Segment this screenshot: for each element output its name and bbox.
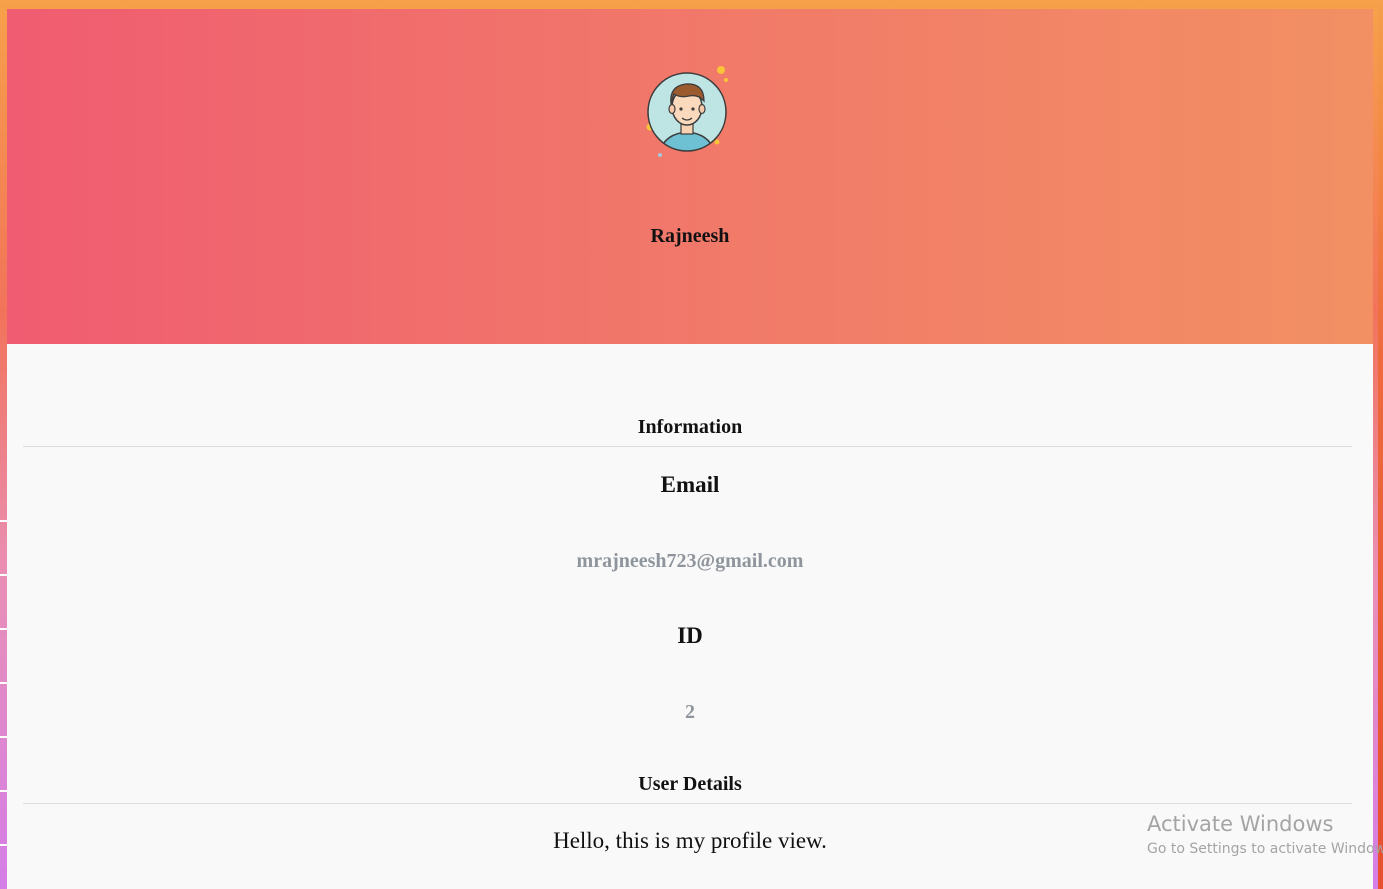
profile-header: Rajneesh: [7, 9, 1373, 344]
right-edge-strip: [1378, 0, 1383, 889]
edge-tick: [0, 574, 7, 576]
edge-tick: [0, 682, 7, 684]
edge-tick: [0, 844, 7, 846]
profile-card: Rajneesh Information Email mrajneesh723@…: [7, 9, 1373, 889]
user-name: Rajneesh: [650, 225, 730, 247]
edge-tick: [0, 790, 7, 792]
email-value: mrajneesh723@gmail.com: [576, 550, 804, 572]
watermark-subtitle: Go to Settings to activate Windows.: [1147, 841, 1383, 857]
information-divider: [23, 446, 1352, 447]
id-value: 2: [685, 701, 695, 723]
edge-tick: [0, 520, 7, 522]
user-details-divider: [23, 803, 1352, 804]
email-label: Email: [660, 472, 720, 497]
watermark-title: Activate Windows: [1147, 812, 1334, 836]
information-title: Information: [637, 416, 743, 438]
user-details-title: User Details: [638, 773, 742, 795]
user-avatar-icon: [644, 64, 736, 164]
edge-tick: [0, 736, 7, 738]
id-label: ID: [677, 623, 703, 648]
activate-windows-watermark: Activate Windows Go to Settings to activ…: [1147, 810, 1383, 860]
edge-tick: [0, 628, 7, 630]
